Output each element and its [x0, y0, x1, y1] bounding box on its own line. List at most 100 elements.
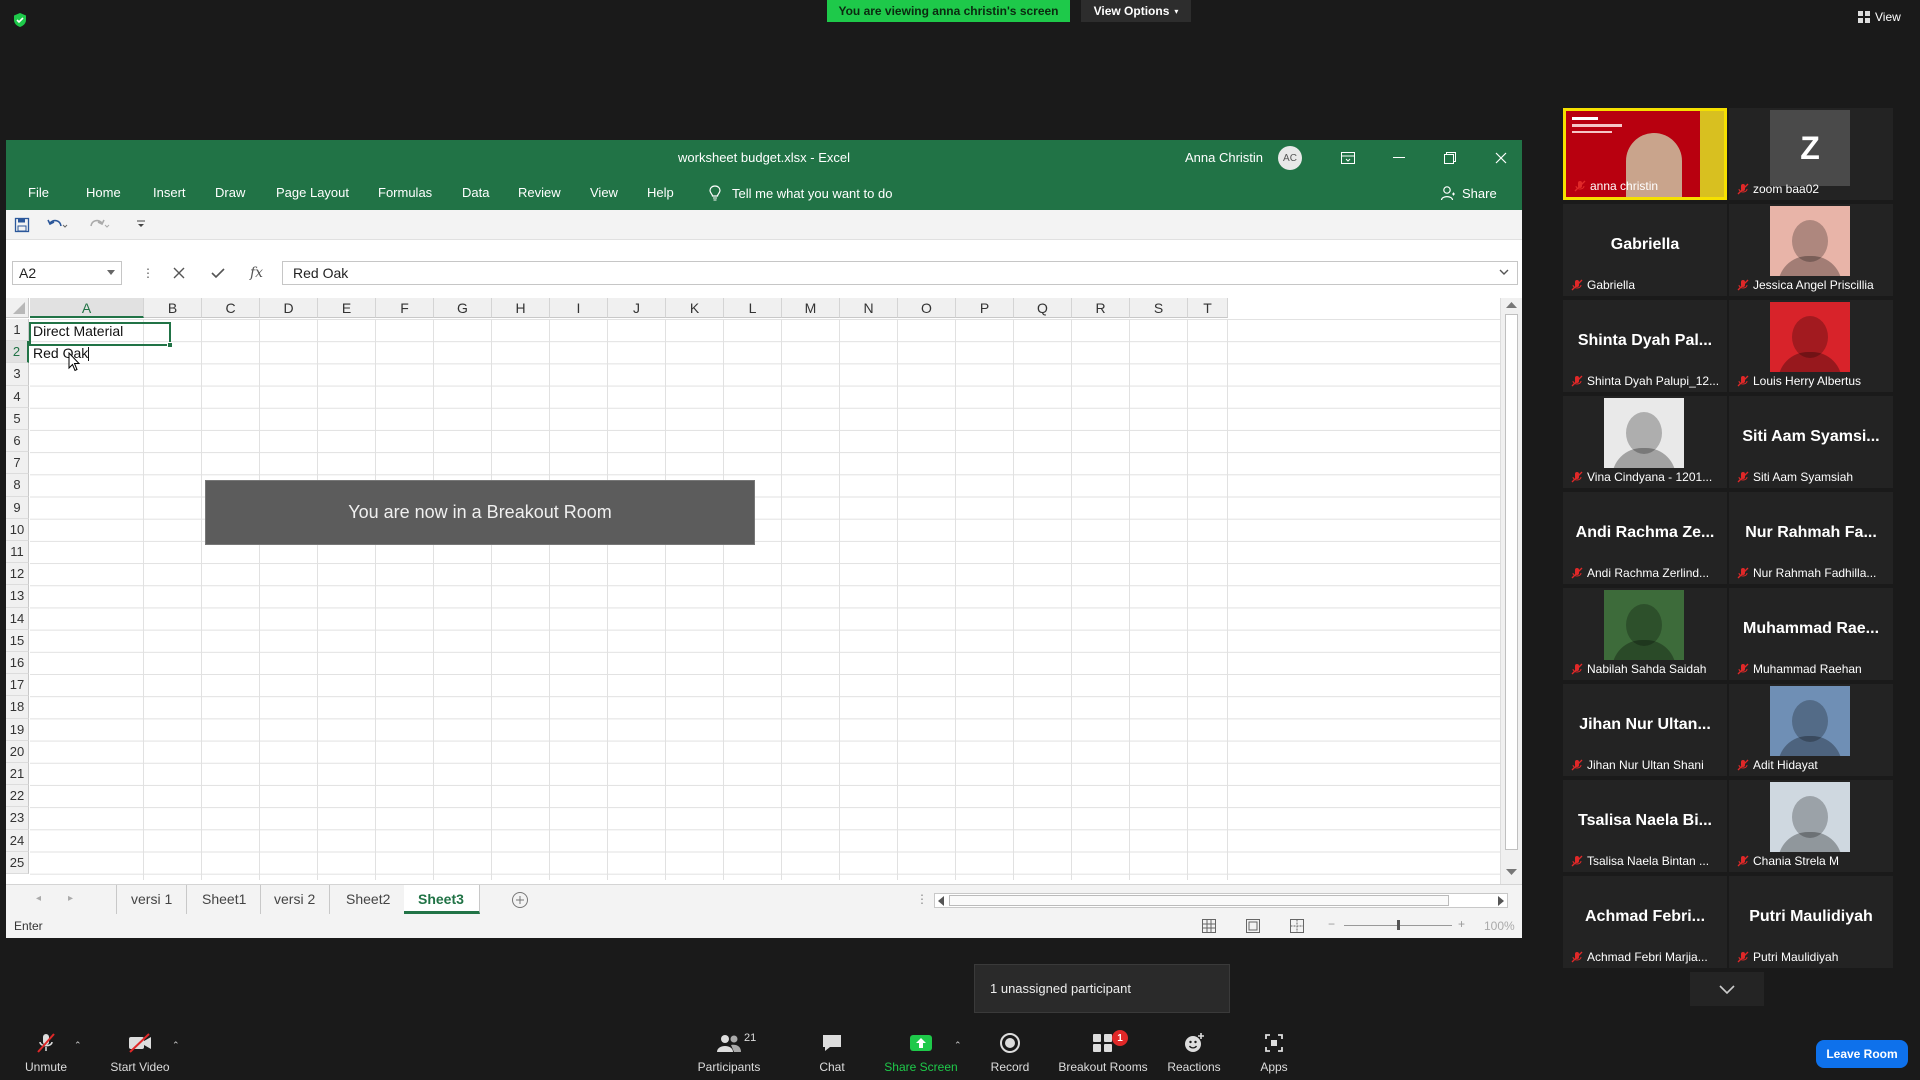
unmute-button[interactable]: Unmute — [20, 1022, 72, 1080]
participant-tile[interactable]: Zzoom baa02 — [1729, 108, 1893, 200]
sheet-tab-sheet2[interactable]: Sheet2 — [332, 885, 406, 914]
account-name[interactable]: Anna Christin — [1185, 140, 1263, 176]
column-header-d[interactable]: D — [260, 298, 318, 318]
sheet-nav-prev-icon[interactable]: ◂ — [36, 893, 41, 904]
row-header-11[interactable]: 11 — [6, 541, 29, 564]
row-header-4[interactable]: 4 — [6, 385, 29, 408]
participants-button[interactable]: Participants — [690, 1022, 768, 1080]
row-header-12[interactable]: 12 — [6, 563, 29, 586]
tab-help[interactable]: Help — [647, 176, 674, 210]
share-screen-button[interactable]: Share Screen — [882, 1022, 960, 1080]
security-shield-icon[interactable] — [12, 12, 28, 28]
sheet-tab-sheet3[interactable]: Sheet3 — [404, 885, 480, 914]
scroll-up-icon[interactable] — [1506, 301, 1517, 309]
reactions-button[interactable]: Reactions — [1167, 1022, 1221, 1080]
row-header-7[interactable]: 7 — [6, 452, 29, 475]
save-icon[interactable] — [14, 217, 30, 233]
column-header-l[interactable]: L — [724, 298, 782, 318]
sheet-nav-next-icon[interactable]: ▸ — [68, 893, 73, 904]
row-header-6[interactable]: 6 — [6, 430, 29, 453]
participant-tile[interactable]: Muhammad Rae... Muhammad Raehan — [1729, 588, 1893, 680]
worksheet-grid[interactable]: ABCDEFGHIJKLMNOPQRST 1 2 3 4 5 6 7 8 9 10 11 12 13 14… — [6, 298, 1500, 880]
tab-draw[interactable]: Draw — [215, 176, 245, 210]
fill-handle[interactable] — [167, 342, 173, 348]
scroll-right-icon[interactable] — [1497, 896, 1505, 906]
tab-page-layout[interactable]: Page Layout — [276, 176, 349, 210]
participant-tile[interactable]: Chania Strela M — [1729, 780, 1893, 872]
row-header-25[interactable]: 25 — [6, 851, 29, 874]
row-header-19[interactable]: 19 — [6, 718, 29, 741]
record-button[interactable]: Record — [990, 1022, 1030, 1080]
participant-tile[interactable]: Nabilah Sahda Saidah — [1563, 588, 1727, 680]
participant-tile[interactable]: Tsalisa Naela Bi... Tsalisa Naela Bintan … — [1563, 780, 1727, 872]
sheet-tab-versi-2[interactable]: versi 2 — [260, 885, 331, 914]
view-button[interactable]: View — [1858, 10, 1901, 24]
column-header-e[interactable]: E — [318, 298, 376, 318]
column-header-j[interactable]: J — [608, 298, 666, 318]
column-header-q[interactable]: Q — [1014, 298, 1072, 318]
scroll-left-icon[interactable] — [937, 896, 945, 906]
row-header-10[interactable]: 10 — [6, 518, 29, 541]
column-header-f[interactable]: F — [376, 298, 434, 318]
column-header-p[interactable]: P — [956, 298, 1014, 318]
participant-tile[interactable]: Nur Rahmah Fa... Nur Rahmah Fadhilla... — [1729, 492, 1893, 584]
audio-options-caret-icon[interactable]: ⌃ — [74, 1040, 82, 1051]
column-header-s[interactable]: S — [1130, 298, 1188, 318]
cancel-entry-icon[interactable] — [172, 261, 186, 285]
column-header-b[interactable]: B — [144, 298, 202, 318]
row-header-1[interactable]: 1 — [6, 319, 29, 342]
participant-tile[interactable]: Putri Maulidiyah Putri Maulidiyah — [1729, 876, 1893, 968]
participant-tile[interactable]: Vina Cindyana - 1201... — [1563, 396, 1727, 488]
row-header-8[interactable]: 8 — [6, 474, 29, 497]
participant-tile[interactable]: Achmad Febri... Achmad Febri Marjia... — [1563, 876, 1727, 968]
select-all-corner[interactable] — [6, 298, 29, 318]
participant-tile[interactable]: Gabriella Gabriella — [1563, 204, 1727, 296]
zoom-slider-thumb[interactable] — [1397, 920, 1400, 930]
tab-insert[interactable]: Insert — [153, 176, 186, 210]
row-header-22[interactable]: 22 — [6, 785, 29, 808]
page-layout-view-icon[interactable] — [1246, 919, 1260, 933]
tell-me-search[interactable]: Tell me what you want to do — [708, 176, 892, 210]
participant-tile[interactable]: Siti Aam Syamsi... Siti Aam Syamsiah — [1729, 396, 1893, 488]
zoom-in-icon[interactable]: + — [1458, 917, 1465, 931]
page-break-view-icon[interactable] — [1290, 919, 1304, 933]
normal-view-icon[interactable] — [1202, 919, 1216, 933]
row-header-15[interactable]: 15 — [6, 629, 29, 652]
column-header-t[interactable]: T — [1188, 298, 1228, 318]
row-header-9[interactable]: 9 — [6, 496, 29, 519]
row-header-18[interactable]: 18 — [6, 696, 29, 719]
row-header-20[interactable]: 20 — [6, 740, 29, 763]
participant-tile[interactable]: Adit Hidayat — [1729, 684, 1893, 776]
tab-view[interactable]: View — [590, 176, 618, 210]
column-header-m[interactable]: M — [782, 298, 840, 318]
tab-file[interactable]: File — [28, 176, 49, 210]
formula-bar[interactable]: Red Oak — [282, 261, 1518, 285]
splitter-icon[interactable]: ⋮ — [916, 892, 928, 906]
zoom-level[interactable]: 100% — [1484, 919, 1515, 933]
participant-tile[interactable]: anna christin — [1563, 108, 1727, 200]
row-header-5[interactable]: 5 — [6, 407, 29, 430]
sheet-tab-sheet1[interactable]: Sheet1 — [188, 885, 262, 914]
tab-home[interactable]: Home — [86, 176, 121, 210]
zoom-out-icon[interactable]: − — [1328, 917, 1335, 931]
participant-tile[interactable]: Andi Rachma Ze... Andi Rachma Zerlind... — [1563, 492, 1727, 584]
vertical-scrollbar[interactable] — [1500, 298, 1522, 884]
row-header-2[interactable]: 2 — [6, 341, 29, 364]
insert-function-icon[interactable]: fx — [250, 261, 263, 285]
video-options-caret-icon[interactable]: ⌃ — [172, 1040, 180, 1051]
horizontal-scroll-thumb[interactable] — [949, 895, 1449, 906]
row-header-14[interactable]: 14 — [6, 607, 29, 630]
view-options-button[interactable]: View Options ▾ — [1081, 0, 1191, 22]
column-header-o[interactable]: O — [898, 298, 956, 318]
column-header-r[interactable]: R — [1072, 298, 1130, 318]
close-icon[interactable] — [1478, 140, 1524, 176]
column-header-k[interactable]: K — [666, 298, 724, 318]
participant-tile[interactable]: Louis Herry Albertus — [1729, 300, 1893, 392]
row-header-3[interactable]: 3 — [6, 363, 29, 386]
tab-review[interactable]: Review — [518, 176, 561, 210]
share-button[interactable]: Share — [1440, 176, 1497, 210]
share-options-caret-icon[interactable]: ⌃ — [954, 1040, 962, 1051]
column-header-g[interactable]: G — [434, 298, 492, 318]
column-header-h[interactable]: H — [492, 298, 550, 318]
confirm-entry-icon[interactable] — [210, 261, 226, 285]
